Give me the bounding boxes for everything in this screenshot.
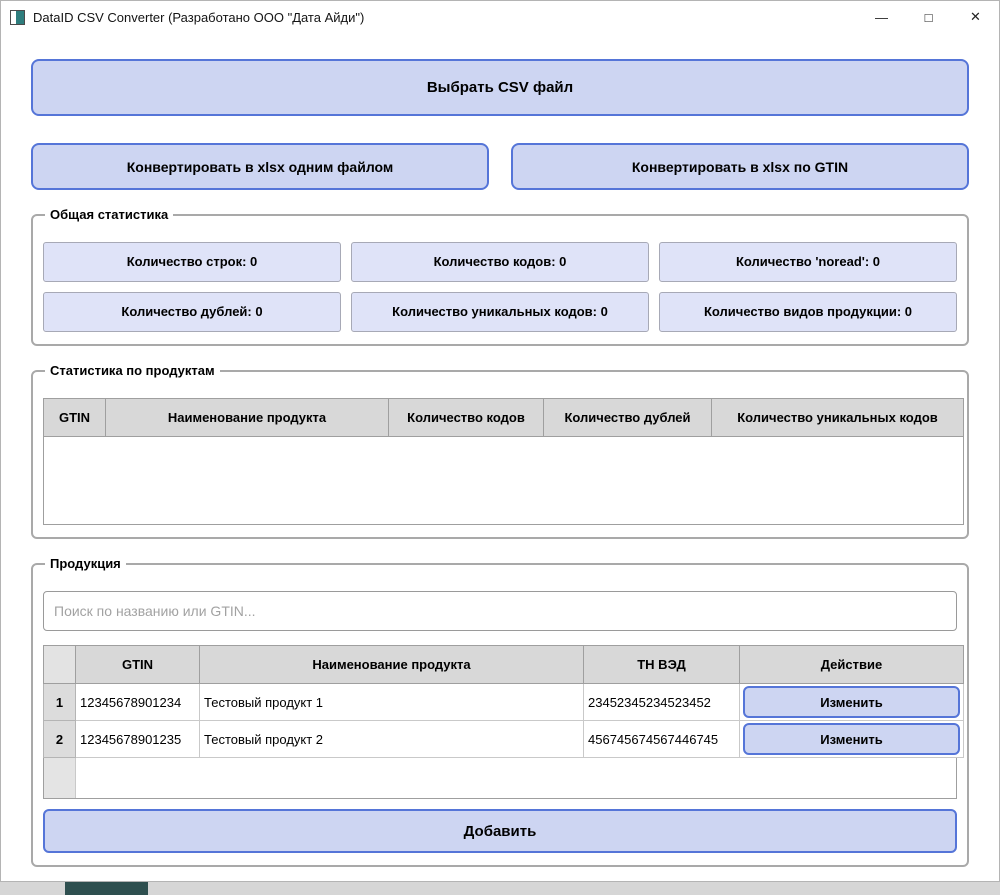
- app-icon: [10, 10, 25, 25]
- column-header-gtin[interactable]: GTIN: [44, 399, 106, 437]
- general-stats-group: Общая статистика Количество строк: 0 Кол…: [31, 214, 969, 346]
- stats-grid: Количество строк: 0 Количество кодов: 0 …: [43, 242, 957, 332]
- product-stats-title: Статистика по продуктам: [45, 363, 220, 378]
- cell-product-name[interactable]: Тестовый продукт 2: [200, 721, 584, 758]
- column-header-row-number: [44, 646, 76, 684]
- column-header-tnved[interactable]: ТН ВЭД: [584, 646, 740, 684]
- product-stats-table: GTIN Наименование продукта Количество ко…: [43, 398, 964, 525]
- add-button[interactable]: Добавить: [43, 809, 957, 853]
- column-header-product-name[interactable]: Наименование продукта: [106, 399, 389, 437]
- product-stats-empty-area: [44, 437, 964, 525]
- stat-noread-count: Количество 'noread': 0: [659, 242, 957, 282]
- products-title: Продукция: [45, 556, 126, 571]
- title-bar: DataID CSV Converter (Разработано ООО "Д…: [1, 1, 999, 33]
- table-row: 1 12345678901234 Тестовый продукт 1 2345…: [44, 684, 964, 721]
- main-content: Выбрать CSV файл Конвертировать в xlsx о…: [1, 59, 999, 867]
- convert-single-file-button[interactable]: Конвертировать в xlsx одним файлом: [31, 143, 489, 190]
- stat-unique-codes-count: Количество уникальных кодов: 0: [351, 292, 649, 332]
- cell-gtin[interactable]: 12345678901235: [76, 721, 200, 758]
- table-row: 2 12345678901235 Тестовый продукт 2 4567…: [44, 721, 964, 758]
- products-group: Продукция GTIN Наименование продукта ТН …: [31, 563, 969, 867]
- stat-rows-count: Количество строк: 0: [43, 242, 341, 282]
- cell-tnved[interactable]: 456745674567446745: [584, 721, 740, 758]
- column-header-unique-codes-count[interactable]: Количество уникальных кодов: [712, 399, 964, 437]
- general-stats-title: Общая статистика: [45, 207, 173, 222]
- cell-action: Изменить: [740, 684, 964, 721]
- convert-by-gtin-button[interactable]: Конвертировать в xlsx по GTIN: [511, 143, 969, 190]
- column-header-product-name[interactable]: Наименование продукта: [200, 646, 584, 684]
- stat-product-types-count: Количество видов продукции: 0: [659, 292, 957, 332]
- search-input[interactable]: [43, 591, 957, 631]
- cell-action: Изменить: [740, 721, 964, 758]
- cell-gtin[interactable]: 12345678901234: [76, 684, 200, 721]
- edit-button[interactable]: Изменить: [743, 686, 960, 718]
- row-header-strip: [44, 758, 76, 798]
- products-table-empty-area: [43, 758, 957, 799]
- column-header-action[interactable]: Действие: [740, 646, 964, 684]
- row-number[interactable]: 2: [44, 721, 76, 758]
- stat-duplicates-count: Количество дублей: 0: [43, 292, 341, 332]
- app-window: DataID CSV Converter (Разработано ООО "Д…: [0, 0, 1000, 882]
- stat-codes-count: Количество кодов: 0: [351, 242, 649, 282]
- row-number[interactable]: 1: [44, 684, 76, 721]
- taskbar-app-button[interactable]: [65, 882, 148, 895]
- convert-buttons-row: Конвертировать в xlsx одним файлом Конве…: [31, 143, 969, 190]
- taskbar: [0, 882, 1000, 895]
- window-title: DataID CSV Converter (Разработано ООО "Д…: [33, 10, 364, 25]
- window-controls: — □ ✕: [858, 1, 999, 33]
- edit-button[interactable]: Изменить: [743, 723, 960, 755]
- column-header-codes-count[interactable]: Количество кодов: [389, 399, 544, 437]
- product-stats-group: Статистика по продуктам GTIN Наименовани…: [31, 370, 969, 539]
- products-table: GTIN Наименование продукта ТН ВЭД Действ…: [43, 645, 964, 758]
- select-csv-button[interactable]: Выбрать CSV файл: [31, 59, 969, 116]
- close-button[interactable]: ✕: [952, 1, 999, 33]
- product-stats-header-row: GTIN Наименование продукта Количество ко…: [44, 399, 964, 437]
- column-header-gtin[interactable]: GTIN: [76, 646, 200, 684]
- cell-product-name[interactable]: Тестовый продукт 1: [200, 684, 584, 721]
- minimize-button[interactable]: —: [858, 1, 905, 33]
- products-header-row: GTIN Наименование продукта ТН ВЭД Действ…: [44, 646, 964, 684]
- maximize-button[interactable]: □: [905, 1, 952, 33]
- column-header-duplicates-count[interactable]: Количество дублей: [544, 399, 712, 437]
- cell-tnved[interactable]: 23452345234523452: [584, 684, 740, 721]
